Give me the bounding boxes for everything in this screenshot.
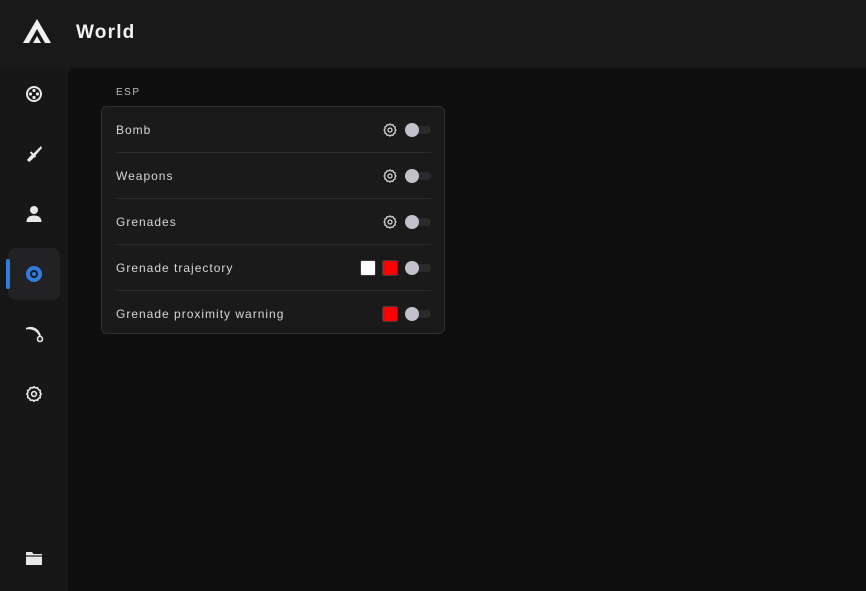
- person-icon: [26, 206, 42, 222]
- esp-row-grenades: Grenades: [116, 199, 431, 245]
- sidebar: [0, 68, 68, 591]
- settings-gear-button[interactable]: [382, 214, 398, 230]
- toggle-bomb[interactable]: [405, 122, 431, 138]
- main-content: ESP Bomb Weapons Grenades Grenade trajec…: [68, 68, 866, 591]
- esp-panel: Bomb Weapons Grenades Grenade trajectory…: [101, 106, 445, 334]
- header: World: [0, 0, 866, 68]
- sidebar-item-settings[interactable]: [8, 368, 60, 420]
- sidebar-item-skins[interactable]: [8, 308, 60, 360]
- sidebar-item-aimbot[interactable]: [8, 68, 60, 120]
- row-label: Grenades: [116, 215, 177, 229]
- toggle-thumb: [405, 261, 419, 275]
- active-indicator: [6, 259, 10, 289]
- gear-icon: [383, 215, 397, 229]
- app-window: World ESP Bomb Weapons Grenades Grenade …: [0, 0, 866, 591]
- row-controls: [382, 153, 431, 199]
- esp-row-weapons: Weapons: [116, 153, 431, 199]
- toggle-thumb: [405, 215, 419, 229]
- gear-icon: [383, 123, 397, 137]
- toggle-weapons[interactable]: [405, 168, 431, 184]
- toggle-thumb: [405, 123, 419, 137]
- row-label: Grenade proximity warning: [116, 307, 285, 321]
- row-label: Bomb: [116, 123, 152, 137]
- knife-icon: [27, 146, 42, 162]
- settings-gear-button[interactable]: [382, 122, 398, 138]
- folder-icon: [26, 552, 42, 565]
- sidebar-item-configs[interactable]: [8, 532, 60, 584]
- row-label: Grenade trajectory: [116, 261, 234, 275]
- row-controls: [382, 199, 431, 245]
- color-swatch-primary[interactable]: [360, 260, 376, 276]
- toggle-grenades[interactable]: [405, 214, 431, 230]
- esp-row-grenade-proximity-warning: Grenade proximity warning: [116, 291, 431, 337]
- toggle-thumb: [405, 307, 419, 321]
- row-label: Weapons: [116, 169, 174, 183]
- page-title: World: [76, 22, 136, 43]
- section-label-esp: ESP: [116, 87, 141, 98]
- crosshair-icon: [26, 86, 42, 102]
- sidebar-item-players[interactable]: [8, 188, 60, 240]
- toggle-thumb: [405, 169, 419, 183]
- settings-gear-button[interactable]: [382, 168, 398, 184]
- gear-icon: [383, 169, 397, 183]
- toggle-grenade-proximity-warning[interactable]: [405, 306, 431, 322]
- row-controls: [360, 245, 431, 291]
- eye-icon: [26, 266, 42, 282]
- sidebar-item-weapons[interactable]: [8, 128, 60, 180]
- color-swatch-secondary[interactable]: [382, 260, 398, 276]
- esp-row-bomb: Bomb: [116, 107, 431, 153]
- triangle-logo-icon: [23, 19, 51, 43]
- row-controls: [382, 107, 431, 153]
- karambit-icon: [26, 326, 44, 343]
- gear-icon: [26, 386, 42, 403]
- esp-row-grenade-trajectory: Grenade trajectory: [116, 245, 431, 291]
- row-controls: [382, 291, 431, 337]
- sidebar-item-world[interactable]: [6, 248, 60, 300]
- color-swatch-primary[interactable]: [382, 306, 398, 322]
- toggle-grenade-trajectory[interactable]: [405, 260, 431, 276]
